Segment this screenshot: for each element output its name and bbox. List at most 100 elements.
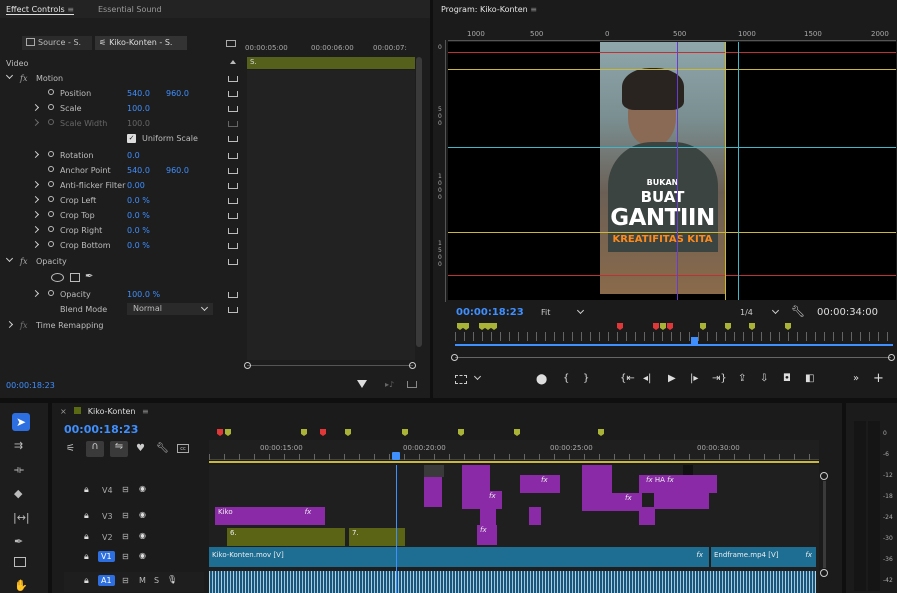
lift-icon[interactable]: ⇪ — [738, 373, 746, 384]
filter-icon[interactable] — [357, 380, 367, 388]
export-icon[interactable] — [407, 381, 417, 388]
step-back-icon[interactable]: ◂| — [643, 373, 651, 384]
clip[interactable] — [654, 493, 709, 509]
chevron-down-icon[interactable] — [473, 372, 482, 381]
marker[interactable] — [491, 323, 497, 330]
reset-opacity-icon[interactable] — [228, 259, 238, 265]
timeline-ruler[interactable]: 00:00:15:00 00:00:20:00 00:00:25:00 00:0… — [209, 428, 819, 464]
track-label[interactable]: V1 — [98, 551, 115, 562]
clip[interactable]: fx HA fx — [639, 475, 717, 493]
zoom-handle-right[interactable] — [409, 362, 416, 369]
marker[interactable] — [457, 323, 463, 330]
pen-mask-icon[interactable]: ✒ — [85, 271, 93, 282]
reset-icon[interactable] — [228, 91, 238, 97]
sync-lock-icon[interactable]: ⊟ — [122, 552, 129, 561]
stopwatch-icon[interactable] — [48, 181, 54, 187]
clip[interactable] — [639, 507, 655, 525]
program-monitor-title[interactable]: Program: Kiko-Konten ≡ — [441, 5, 537, 14]
panel-toggle-icon[interactable] — [226, 40, 236, 47]
vertical-scroll-handle[interactable] — [820, 472, 828, 480]
track-select-tool-icon[interactable]: ⇉ — [14, 439, 36, 459]
mark-in-icon[interactable]: { — [563, 373, 569, 384]
rectangle-mask-icon[interactable] — [70, 273, 80, 282]
reset-icon[interactable] — [228, 106, 238, 112]
track-area[interactable]: fx fx fx fx HA fx Kiko fx 6. 7. fx Kiko-K… — [209, 465, 819, 593]
play-audio-icon[interactable]: ▸♪ — [385, 380, 394, 389]
marker[interactable] — [320, 429, 326, 436]
position-x[interactable]: 540.0 — [127, 89, 150, 98]
track-label[interactable]: V4 — [102, 486, 113, 495]
tab-effect-controls[interactable]: Effect Controls ≡ — [6, 5, 74, 15]
marker[interactable] — [617, 323, 623, 330]
clip-kiko-konten-video[interactable]: Kiko-Konten.mov [V] fx — [209, 547, 709, 567]
slip-tool-icon[interactable]: |↔| — [13, 511, 35, 531]
ec-timeline-ruler[interactable]: 00:00:05:00 00:00:06:00 00:00:07: — [245, 40, 415, 54]
marker[interactable] — [458, 429, 464, 436]
timeline-tab[interactable]: × Kiko-Konten ≡ — [60, 407, 149, 416]
nest-icon[interactable]: ⚟ — [66, 443, 75, 454]
resolution-dropdown[interactable]: 1/4 — [736, 305, 782, 319]
reset-motion-icon[interactable] — [228, 76, 238, 82]
stopwatch-icon[interactable] — [48, 196, 54, 202]
expand-icon[interactable] — [31, 240, 40, 249]
marker[interactable] — [700, 323, 706, 330]
audio-clip[interactable] — [209, 571, 816, 593]
add-marker-icon[interactable]: ♥ — [136, 443, 145, 454]
sync-lock-icon[interactable]: ⊟ — [122, 511, 129, 520]
clip-endframe-video[interactable]: Endframe.mp4 [V] fx — [711, 547, 816, 567]
crop-right-value[interactable]: 0.0 % — [127, 226, 150, 235]
lock-icon[interactable]: 🔒︎ — [84, 532, 89, 542]
ec-clip-bar[interactable]: S. — [247, 57, 415, 69]
more-controls-icon[interactable]: » — [853, 373, 859, 384]
expand-icon[interactable] — [31, 195, 40, 204]
reset-icon[interactable] — [228, 136, 238, 142]
stopwatch-icon[interactable] — [48, 104, 54, 110]
clip[interactable] — [683, 465, 693, 475]
linked-selection-icon[interactable]: ⇋ — [110, 441, 128, 457]
rectangle-tool-icon[interactable] — [14, 557, 26, 567]
razor-tool-icon[interactable]: ◆ — [14, 487, 36, 507]
microphone-icon[interactable]: 🎙︎ — [167, 575, 177, 584]
stopwatch-icon[interactable] — [48, 89, 54, 95]
marker[interactable] — [667, 323, 673, 330]
vertical-scroll-handle[interactable] — [820, 569, 828, 577]
scroll-up-icon[interactable] — [230, 60, 236, 64]
marker[interactable] — [725, 323, 731, 330]
eye-icon[interactable]: ◉ — [139, 531, 146, 540]
hand-tool-icon[interactable]: ✋ — [14, 579, 36, 593]
expand-motion-icon[interactable] — [5, 71, 14, 80]
sync-lock-icon[interactable]: ⊟ — [122, 576, 129, 585]
sync-lock-icon[interactable]: ⊟ — [122, 485, 129, 494]
step-forward-icon[interactable]: |▸ — [690, 373, 698, 384]
clip-dropdown[interactable]: ⚟ Kiko-Konten - S. — [95, 36, 187, 50]
clip[interactable] — [582, 465, 612, 493]
marker[interactable] — [660, 323, 666, 330]
clip[interactable] — [424, 465, 444, 477]
opacity-section-row[interactable]: fx Opacity — [0, 254, 245, 268]
mute-button[interactable]: M — [139, 576, 146, 585]
crop-bottom-value[interactable]: 0.0 % — [127, 241, 150, 250]
eye-icon[interactable]: ◉ — [139, 510, 146, 519]
stopwatch-icon[interactable] — [48, 166, 54, 172]
expand-icon[interactable] — [31, 180, 40, 189]
snap-icon[interactable]: ∩ — [86, 441, 104, 457]
reset-icon[interactable] — [228, 198, 238, 204]
reset-icon[interactable] — [228, 183, 238, 189]
solo-button[interactable]: S — [154, 576, 159, 585]
stopwatch-icon[interactable] — [48, 290, 54, 296]
marker[interactable] — [514, 429, 520, 436]
mark-out-icon[interactable]: } — [583, 373, 589, 384]
marker[interactable] — [225, 429, 231, 436]
expand-icon[interactable] — [31, 118, 40, 127]
lock-icon[interactable]: 🔒︎ — [84, 576, 89, 586]
vertical-scrollbar[interactable] — [823, 481, 826, 568]
extract-icon[interactable]: ⇩ — [760, 373, 768, 384]
tab-essential-sound[interactable]: Essential Sound — [98, 5, 162, 14]
reset-icon[interactable] — [228, 168, 238, 174]
selection-tool-icon[interactable]: ➤ — [12, 413, 30, 431]
zoom-handle-left[interactable] — [244, 362, 251, 369]
clip[interactable] — [424, 477, 442, 507]
compare-view-icon[interactable]: ◧ — [805, 373, 814, 384]
anti-flicker-value[interactable]: 0.00 — [127, 181, 145, 190]
marker[interactable] — [485, 323, 491, 330]
